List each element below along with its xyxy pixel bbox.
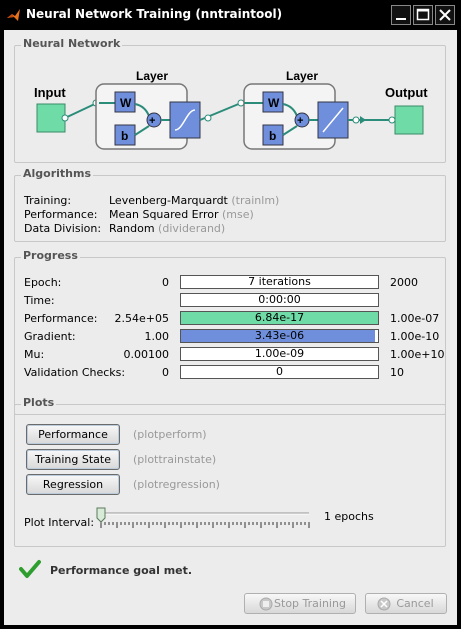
maximize-icon — [416, 8, 430, 21]
input-block — [36, 103, 66, 133]
progress-current-value: 3.43e-06 — [254, 329, 305, 342]
algo-performance-code: (mse) — [221, 208, 254, 221]
network-diagram: Input Layer W b + Layer W b + Output — [34, 69, 428, 150]
matlab-logo-icon — [7, 9, 20, 21]
stop-icon — [259, 597, 273, 611]
neural-network-group: Neural Network Input Layer W b + Layer W… — [14, 37, 446, 163]
client-area: Neural Network Input Layer W b + Layer W… — [4, 30, 457, 625]
progress-start-value: 0 — [162, 276, 169, 289]
plot-training-state-button[interactable]: Training State — [26, 449, 120, 470]
progress-bar: 7 iterations — [180, 275, 379, 289]
minimize-button[interactable] — [391, 5, 411, 25]
algo-training-code: (trainlm) — [231, 194, 280, 207]
progress-label: Performance: — [24, 312, 98, 325]
progress-bar: 1.00e-09 — [180, 347, 379, 361]
check-icon — [19, 560, 41, 578]
progress-label: Epoch: — [24, 276, 62, 289]
close-button[interactable] — [435, 5, 455, 25]
nntraintool-window: Neural Network Training (nntraintool) Ne… — [0, 0, 461, 629]
algo-performance-label: Performance: — [24, 208, 98, 221]
progress-label: Gradient: — [24, 330, 76, 343]
progress-end-value: 1.00e+10 — [390, 348, 445, 361]
algo-training-value: Levenberg-Marquardt (trainlm) — [109, 194, 279, 207]
svg-text:b: b — [269, 129, 276, 143]
algo-training-name: Levenberg-Marquardt — [109, 194, 228, 207]
progress-label: Validation Checks: — [24, 366, 126, 379]
progress-bar: 0 — [180, 365, 379, 379]
minimize-icon — [396, 18, 406, 20]
progress-bar: 6.84e-17 — [180, 311, 379, 325]
layer2-label: Layer — [286, 69, 318, 83]
plot-interval-label: Plot Interval: — [24, 516, 95, 529]
progress-start-value: 0 — [162, 366, 169, 379]
plots-group: Plots Performance (plotperform) Training… — [14, 396, 446, 547]
algorithms-group: Algorithms Training: Levenberg-Marquardt… — [14, 167, 446, 242]
plot-regression-code: (plotregression) — [133, 478, 220, 491]
algorithms-legend: Algorithms — [21, 167, 94, 180]
svg-text:+: + — [149, 115, 155, 127]
progress-end-value: 10 — [390, 366, 404, 379]
close-icon — [439, 9, 451, 21]
progress-current-value: 6.84e-17 — [254, 311, 305, 324]
algo-division-value: Random (dividerand) — [109, 222, 225, 235]
progress-current-value: 1.00e-09 — [254, 347, 305, 360]
output-block — [394, 105, 424, 135]
svg-text:+: + — [297, 115, 303, 127]
progress-end-value: 2000 — [390, 276, 418, 289]
progress-bar: 0:00:00 — [180, 293, 379, 307]
algo-performance-value: Mean Squared Error (mse) — [109, 208, 254, 221]
plot-performance-button[interactable]: Performance — [26, 424, 120, 445]
cancel-icon — [377, 597, 391, 611]
stop-training-button[interactable]: Stop Training — [244, 593, 356, 614]
input-label: Input — [34, 85, 66, 100]
plot-regression-button[interactable]: Regression — [26, 474, 120, 495]
plot-training-state-code: (plottrainstate) — [133, 453, 217, 466]
title-bar[interactable]: Neural Network Training (nntraintool) — [0, 0, 461, 30]
progress-bar: 3.43e-06 — [180, 329, 379, 343]
plot-performance-code: (plotperform) — [133, 428, 207, 441]
algo-division-code: (dividerand) — [158, 222, 226, 235]
plots-legend: Plots — [21, 396, 57, 409]
output-label: Output — [385, 85, 428, 100]
algo-division-label: Data Division: — [24, 222, 102, 235]
maximize-button[interactable] — [413, 5, 433, 25]
status-message: Performance goal met. — [50, 564, 193, 577]
progress-legend: Progress — [21, 249, 80, 262]
window-title: Neural Network Training (nntraintool) — [26, 7, 283, 21]
plot-interval-value: 1 epochs — [324, 510, 374, 523]
progress-label: Time: — [24, 294, 55, 307]
progress-start-value: 0.00100 — [123, 348, 170, 361]
progress-end-value: 1.00e-10 — [390, 330, 440, 343]
progress-group: Progress Epoch: 0 7 iterations 2000 Time: 0:0… — [14, 249, 446, 415]
cancel-button[interactable]: Cancel — [365, 593, 447, 614]
progress-end-value: 1.00e-07 — [390, 312, 440, 325]
algo-performance-name: Mean Squared Error — [109, 208, 219, 221]
algo-training-label: Training: — [24, 194, 72, 207]
layer1-label: Layer — [136, 69, 168, 83]
progress-current-value: 0 — [276, 365, 283, 378]
slider-thumb[interactable] — [96, 507, 106, 523]
progress-label: Mu: — [24, 348, 45, 361]
plot-interval-slider[interactable] — [95, 506, 315, 530]
progress-current-value: 7 iterations — [248, 275, 311, 288]
svg-text:W: W — [268, 96, 280, 110]
svg-text:b: b — [121, 129, 128, 143]
progress-start-value: 2.54e+05 — [114, 312, 169, 325]
svg-text:W: W — [120, 96, 132, 110]
progress-current-value: 0:00:00 — [258, 293, 301, 306]
algo-division-name: Random — [109, 222, 155, 235]
progress-start-value: 1.00 — [144, 330, 170, 343]
